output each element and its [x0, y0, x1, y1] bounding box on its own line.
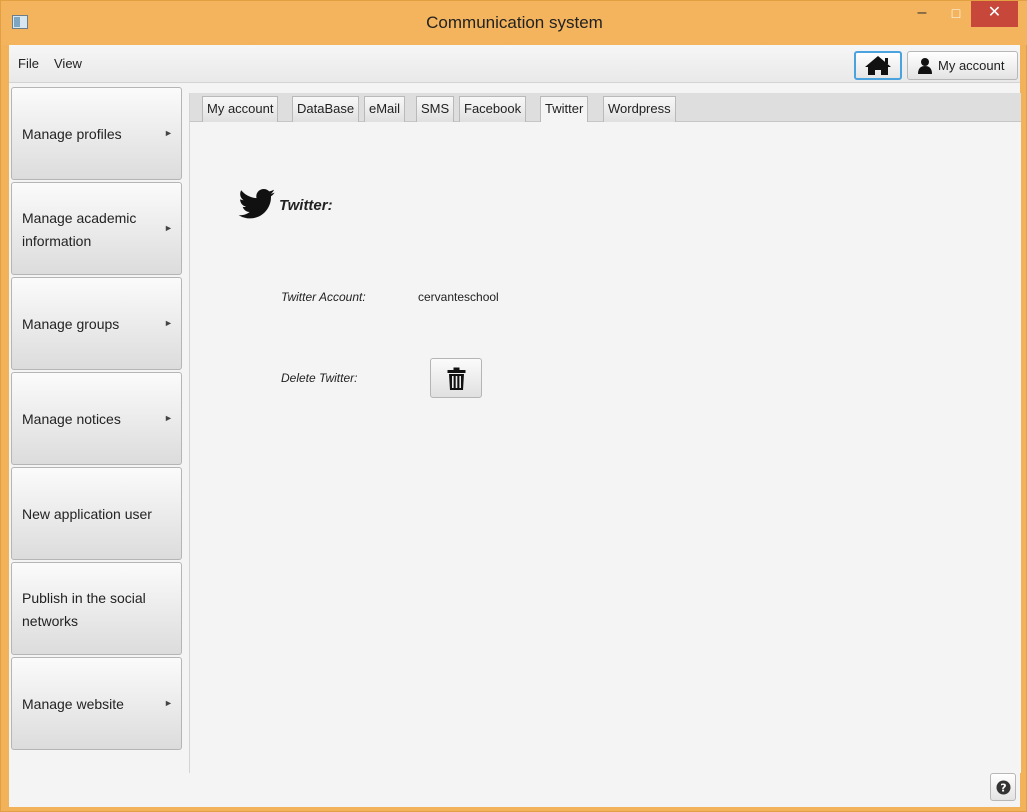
sidebar-item-label: Manage academic information [22, 209, 137, 249]
tab-bar: My account DataBase eMail SMS Facebook T… [190, 93, 1021, 123]
twitter-account-value: cervanteschool [418, 290, 499, 304]
submenu-arrow-icon: ► [164, 698, 173, 708]
sidebar-item-label: Manage notices [22, 411, 121, 427]
menu-view[interactable]: View [54, 56, 82, 71]
twitter-title: Twitter: [279, 197, 333, 214]
sidebar-item-manage-groups[interactable]: Manage groups ► [11, 277, 182, 370]
close-button[interactable]: ✕ [971, 1, 1018, 27]
sidebar-item-manage-academic-information[interactable]: Manage academic information ► [11, 182, 182, 275]
my-account-label: My account [938, 58, 1005, 73]
client-area: File View My account Manage profiles ► M… [9, 45, 1021, 807]
twitter-bird-icon [238, 189, 275, 219]
submenu-arrow-icon: ► [164, 128, 173, 138]
twitter-account-label: Twitter Account: [281, 290, 366, 304]
sidebar-item-label: New application user [22, 506, 152, 522]
tab-wordpress[interactable]: Wordpress [603, 96, 676, 122]
delete-twitter-button[interactable] [430, 358, 482, 398]
twitter-tab-content: Twitter: Twitter Account: cervanteschool… [190, 122, 1021, 773]
submenu-arrow-icon: ► [164, 318, 173, 328]
tab-my-account[interactable]: My account [202, 96, 279, 122]
trash-icon [447, 367, 466, 390]
tab-facebook[interactable]: Facebook [459, 96, 527, 122]
delete-twitter-label: Delete Twitter: [281, 371, 358, 385]
submenu-arrow-icon: ► [164, 413, 173, 423]
help-button[interactable]: ? [990, 773, 1016, 801]
maximize-button[interactable]: □ [941, 1, 971, 27]
sidebar: Manage profiles ► Manage academic inform… [9, 83, 189, 759]
sidebar-item-new-application-user[interactable]: New application user [11, 467, 182, 560]
sidebar-item-publish-social-networks[interactable]: Publish in the social networks [11, 562, 182, 655]
sidebar-item-manage-profiles[interactable]: Manage profiles ► [11, 87, 182, 180]
sidebar-item-label: Manage groups [22, 316, 120, 332]
sidebar-item-label: Manage profiles [22, 126, 122, 142]
menu-bar: File View My account [9, 45, 1020, 83]
sidebar-item-manage-website[interactable]: Manage website ► [11, 657, 182, 750]
minimize-button[interactable]: – [907, 1, 937, 27]
help-icon: ? [996, 780, 1011, 795]
home-button[interactable] [854, 51, 902, 80]
tab-sms[interactable]: SMS [416, 96, 455, 122]
twitter-heading: Twitter: [238, 188, 333, 223]
home-icon [865, 56, 891, 75]
sidebar-item-manage-notices[interactable]: Manage notices ► [11, 372, 182, 465]
sidebar-item-label: Publish in the social networks [22, 589, 146, 629]
my-account-button[interactable]: My account [907, 51, 1018, 80]
svg-text:?: ? [1000, 782, 1006, 795]
submenu-arrow-icon: ► [164, 223, 173, 233]
user-icon [918, 58, 932, 74]
tab-email[interactable]: eMail [364, 96, 406, 122]
main-panel: My account DataBase eMail SMS Facebook T… [189, 93, 1021, 773]
window-title: Communication system [426, 13, 603, 32]
tab-database[interactable]: DataBase [292, 96, 360, 122]
sidebar-item-label: Manage website [22, 696, 124, 712]
app-window: Communication system – □ ✕ File View My … [0, 0, 1027, 812]
menu-file[interactable]: File [18, 56, 39, 71]
title-bar[interactable]: Communication system – □ ✕ [1, 1, 1027, 45]
tab-twitter[interactable]: Twitter [540, 96, 589, 123]
